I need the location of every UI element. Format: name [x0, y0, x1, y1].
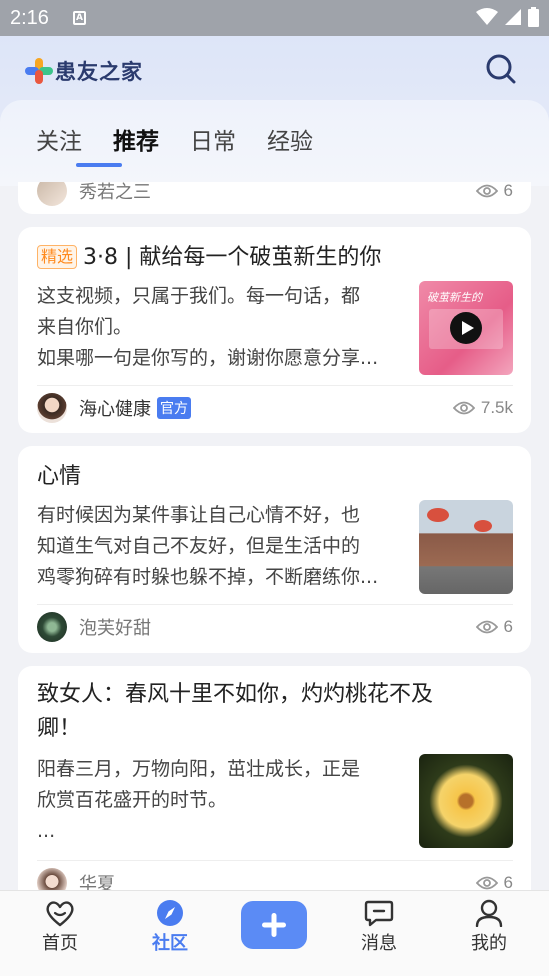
card-divider — [37, 860, 513, 861]
status-icons — [476, 7, 539, 27]
nav-label: 社区 — [152, 933, 188, 954]
excerpt-line: 阳春三月，万物向阳，茁壮成长，正是 — [37, 758, 361, 780]
post-author[interactable]: 泡芙好甜 — [37, 612, 151, 642]
eye-icon — [475, 184, 498, 198]
excerpt-line: 来自你们。 — [37, 316, 133, 338]
avatar — [37, 393, 67, 423]
status-time: 2:16 — [10, 7, 49, 29]
nav-home[interactable]: 首页 — [20, 899, 100, 955]
logo-cross-icon — [25, 58, 53, 84]
post-title-line: 致女人：春风十里不如你，灼灼桃花不及 — [37, 682, 434, 707]
post-image[interactable] — [419, 754, 513, 848]
app-name: 患友之家 — [55, 60, 143, 84]
battery-icon — [528, 7, 539, 27]
post-author[interactable]: 海心健康 官方 — [37, 393, 191, 423]
compass-icon — [157, 900, 183, 926]
post-feed[interactable]: 秀若之三 6 精选 3·8 | 献给每一个破茧新生的你 这支视频，只属于我们。每一… — [0, 182, 549, 890]
excerpt-line: 知道生气对自己不友好，但是生活中的 — [37, 535, 361, 557]
view-count: 6 — [475, 873, 513, 890]
active-tab-indicator — [76, 163, 122, 167]
heart-icon — [46, 901, 74, 927]
nav-label: 消息 — [361, 933, 397, 954]
post-title[interactable]: 心情 — [37, 460, 81, 494]
user-icon — [475, 899, 503, 927]
nav-profile[interactable]: 我的 — [449, 899, 529, 955]
bottom-navigation: 首页 社区 消息 我的 — [0, 890, 549, 976]
app-logo: 患友之家 — [25, 56, 143, 86]
tab-daily[interactable]: 日常 — [190, 122, 236, 156]
view-count: 6 — [475, 617, 513, 637]
thumb-caption: 破茧新生的 — [427, 291, 482, 304]
sim-icon: A — [73, 11, 86, 25]
signal-icon — [505, 9, 521, 25]
avatar — [37, 182, 67, 206]
view-count: 7.5k — [452, 398, 513, 418]
tabs-panel: 关注 推荐 日常 经验 — [0, 100, 549, 186]
post-excerpt[interactable]: 有时候因为某件事让自己心情不好，也 知道生气对自己不友好，但是生活中的 鸡零狗碎… — [37, 500, 397, 593]
play-icon — [450, 312, 482, 344]
view-count-value: 6 — [503, 873, 513, 890]
nav-label: 我的 — [471, 933, 507, 954]
featured-badge: 精选 — [37, 245, 78, 269]
author-name: 华夏 — [79, 874, 115, 890]
tab-experience[interactable]: 经验 — [267, 122, 313, 156]
excerpt-line: ... — [37, 820, 56, 842]
eye-icon — [475, 620, 498, 634]
nav-messages[interactable]: 消息 — [339, 899, 419, 955]
view-count-value: 6 — [503, 617, 513, 636]
author-name: 泡芙好甜 — [79, 618, 151, 639]
wifi-icon — [476, 8, 498, 25]
eye-icon — [452, 401, 475, 415]
video-thumbnail[interactable]: 破茧新生的 — [419, 281, 513, 375]
status-bar: 2:16 A — [0, 0, 549, 36]
official-badge: 官方 — [157, 397, 191, 419]
excerpt-line: 鸡零狗碎有时躲也躲不掉，不断磨练你... — [37, 566, 379, 588]
eye-icon — [475, 876, 498, 890]
image-detail — [474, 520, 492, 532]
post-author[interactable]: 华夏 — [37, 868, 115, 890]
card-divider — [37, 385, 513, 386]
post-card[interactable]: 致女人：春风十里不如你，灼灼桃花不及 卿！ 阳春三月，万物向阳，茁壮成长，正是 … — [18, 666, 531, 890]
app-header: 患友之家 关注 推荐 日常 经验 — [0, 36, 549, 186]
plus-icon — [262, 913, 286, 937]
excerpt-line: 有时候因为某件事让自己心情不好，也 — [37, 504, 361, 526]
post-excerpt[interactable]: 阳春三月，万物向阳，茁壮成长，正是 欣赏百花盛开的时节。 ... — [37, 754, 397, 847]
post-author[interactable]: 秀若之三 — [37, 182, 151, 206]
author-name: 海心健康 — [79, 399, 151, 420]
excerpt-line: 这支视频，只属于我们。每一句话，都 — [37, 285, 361, 307]
post-card[interactable]: 秀若之三 6 — [18, 182, 531, 214]
search-icon[interactable] — [485, 53, 517, 85]
image-detail — [427, 508, 449, 522]
tab-follow[interactable]: 关注 — [36, 122, 82, 156]
excerpt-line: 如果哪一句是你写的，谢谢你愿意分享... — [37, 347, 379, 369]
avatar — [37, 612, 67, 642]
avatar — [37, 868, 67, 890]
post-title[interactable]: 精选 3·8 | 献给每一个破茧新生的你 — [37, 241, 381, 275]
author-name: 秀若之三 — [79, 182, 151, 203]
tab-recommend[interactable]: 推荐 — [113, 122, 159, 156]
post-card[interactable]: 精选 3·8 | 献给每一个破茧新生的你 这支视频，只属于我们。每一句话，都 来自… — [18, 227, 531, 433]
post-excerpt[interactable]: 这支视频，只属于我们。每一句话，都 来自你们。 如果哪一句是你写的，谢谢你愿意分… — [37, 281, 397, 374]
card-divider — [37, 604, 513, 605]
post-card[interactable]: 心情 有时候因为某件事让自己心情不好，也 知道生气对自己不友好，但是生活中的 鸡… — [18, 446, 531, 653]
tab-bar: 关注 推荐 日常 经验 — [36, 122, 344, 156]
create-post-button[interactable] — [241, 901, 307, 949]
nav-community[interactable]: 社区 — [130, 899, 210, 955]
post-title-line: 卿！ — [37, 716, 82, 741]
view-count: 6 — [475, 182, 513, 201]
view-count-value: 7.5k — [480, 398, 513, 417]
view-count-value: 6 — [503, 182, 513, 200]
post-title-text: 3·8 | 献给每一个破茧新生的你 — [83, 245, 382, 270]
message-icon — [364, 900, 394, 927]
nav-label: 首页 — [42, 933, 78, 954]
post-image[interactable] — [419, 500, 513, 594]
post-title[interactable]: 致女人：春风十里不如你，灼灼桃花不及 卿！ — [37, 678, 433, 746]
excerpt-line: 欣赏百花盛开的时节。 — [37, 789, 228, 811]
